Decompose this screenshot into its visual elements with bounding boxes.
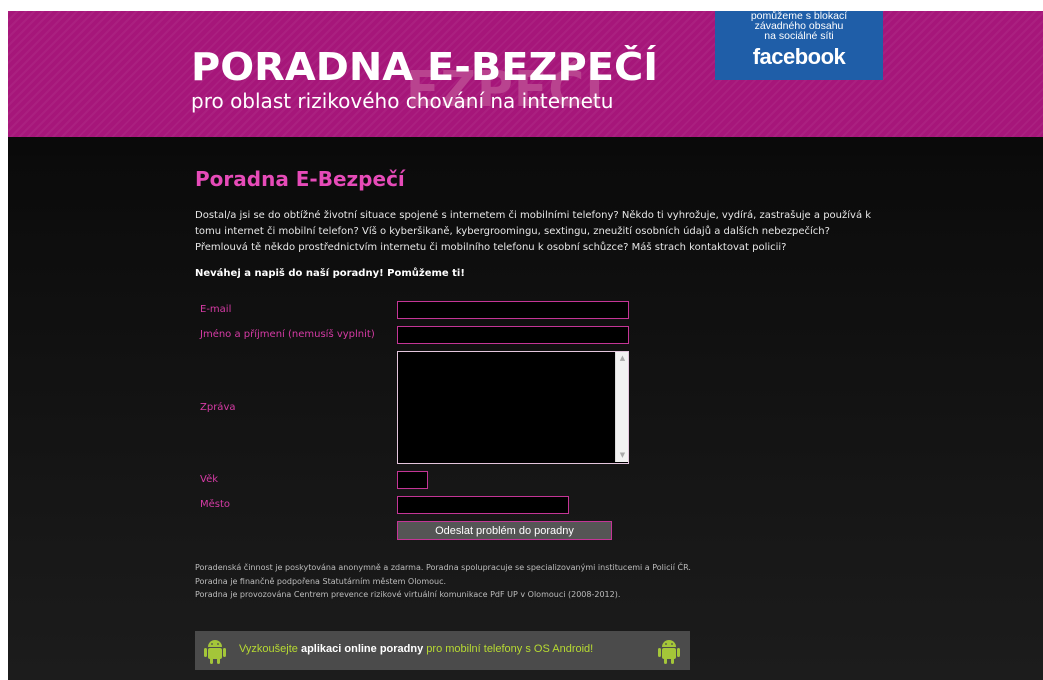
android-banner-prefix: Vyzkoušejte [239,643,301,655]
site-header: EZPEČÍ PORADNA E-BEZPEČÍ pro oblast rizi… [8,11,1043,137]
facebook-logo: facebook [752,44,846,69]
call-to-action: Neváhej a napiš do naší poradny! Pomůžem… [195,268,465,279]
age-field[interactable] [397,471,428,489]
scroll-up-icon[interactable]: ▲ [617,353,628,364]
email-field[interactable] [397,301,629,319]
intro-text: Dostal/a jsi se do obtížné životní situa… [195,210,872,253]
android-icon [658,640,680,664]
footer-line-3: Poradna je provozována Centrem prevence … [195,590,621,599]
message-scrollbar[interactable]: ▲ ▼ [615,352,628,462]
android-app-banner[interactable]: Vyzkoušejte aplikaci online poradny pro … [195,631,690,670]
android-banner-bold: aplikaci online poradny [300,643,424,655]
email-label: E-mail [200,304,232,315]
facebook-banner[interactable]: pomůžeme s blokací závadného obsahu na s… [715,11,883,80]
android-banner-text: Vyzkoušejte aplikaci online poradny pro … [239,643,593,655]
site-logo-subtitle: pro oblast rizikového chování na interne… [191,89,614,113]
name-field[interactable] [397,326,629,344]
footer-line-2: Poradna je finančně podpořena Statutární… [195,576,447,586]
page-frame: EZPEČÍ PORADNA E-BEZPEČÍ pro oblast rizi… [8,11,1043,680]
android-banner-suffix: pro mobilní telefony s OS Android! [423,643,594,655]
city-label: Město [200,499,231,510]
footer-text: Poradenská činnost je poskytována anonym… [195,561,875,602]
submit-button[interactable]: Odeslat problém do poradny [397,521,612,540]
message-textarea[interactable] [397,351,629,464]
name-label: Jméno a příjmení (nemusíš vyplnit) [200,329,375,340]
city-field[interactable] [397,496,569,514]
facebook-banner-line3: na sociálné síti [764,30,834,42]
android-icon [204,640,226,664]
site-logo-title[interactable]: PORADNA E-BEZPEČÍ [191,45,658,89]
page-title: Poradna E-Bezpečí [195,167,405,191]
age-label: Věk [200,474,219,485]
scroll-down-icon[interactable]: ▼ [617,450,628,461]
footer-line-1: Poradenská činnost je poskytována anonym… [195,563,691,572]
message-label: Zpráva [200,402,236,413]
